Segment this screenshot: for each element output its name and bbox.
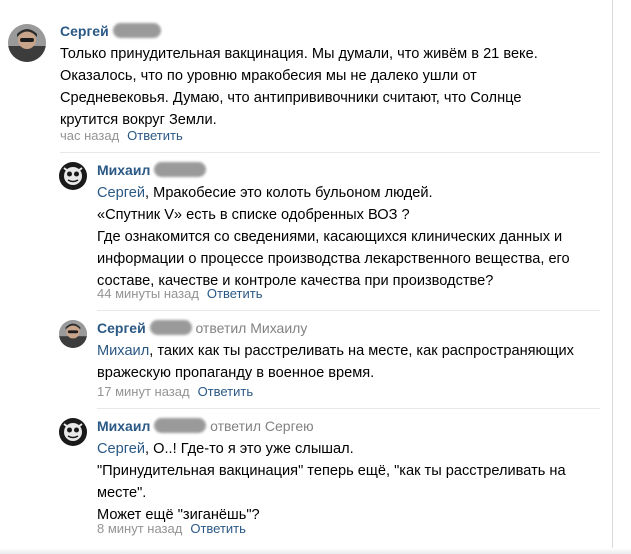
reply-to-label[interactable]: ответил Сергею [210, 418, 314, 434]
reply-button[interactable]: Ответить [198, 384, 254, 399]
timestamp[interactable]: 44 минуты назад [97, 286, 199, 301]
text-line: Сергей, Мракобесие это колоть бульоном л… [97, 185, 433, 201]
timestamp[interactable]: 8 минут назад [97, 521, 182, 536]
comment-text: Сергей, Мракобесие это колоть бульоном л… [97, 182, 570, 292]
text-line: месте". [97, 485, 147, 501]
avatar-mikhail[interactable] [59, 162, 87, 190]
avatar-mikhail[interactable] [59, 418, 87, 446]
cartoon-face-icon [59, 162, 87, 190]
comment-meta: час назад Ответить [60, 127, 183, 145]
text-line: Где ознакомится со сведениями, касающихс… [97, 229, 563, 245]
redacted-surname [149, 320, 192, 335]
avatar-sergey[interactable] [8, 24, 46, 62]
text-line: Михаил, таких как ты расстреливать на ме… [97, 343, 574, 359]
divider [97, 310, 600, 311]
bottom-edge [0, 548, 631, 554]
text-line: информации о процессе производства лекар… [97, 251, 570, 267]
text-line: Сергей, О..! Где-то я это уже слышал. [97, 441, 354, 457]
author-name[interactable]: Михаил [97, 418, 150, 434]
reply-button[interactable]: Ответить [127, 128, 183, 143]
avatar-sergey[interactable] [59, 320, 87, 348]
person-photo-icon [59, 320, 87, 348]
text-line: Средневековья. Думаю, что антипрививочни… [60, 90, 522, 106]
reply-button[interactable]: Ответить [207, 286, 263, 301]
reply-button[interactable]: Ответить [190, 521, 246, 536]
divider [60, 152, 600, 153]
cartoon-face-icon [59, 418, 87, 446]
author-name[interactable]: Михаил [97, 162, 150, 178]
author-name[interactable]: Сергей [97, 320, 146, 336]
comment-meta: 44 минуты назад Ответить [97, 285, 262, 303]
text-line: «Спутник V» есть в списке одобренных ВОЗ… [97, 207, 410, 223]
person-photo-icon [8, 24, 46, 62]
author-line: Михаил ответил Сергею [97, 417, 314, 435]
comment-meta: 8 минут назад Ответить [97, 520, 246, 538]
panel-right-border [612, 0, 613, 554]
text-line: вражескую пропаганду в военное время. [97, 365, 375, 381]
comment-meta: 17 минут назад Ответить [97, 383, 253, 401]
timestamp[interactable]: час назад [60, 128, 119, 143]
text-line: Только принудительная вакцинация. Мы дум… [60, 46, 538, 62]
comment-text: Михаил, таких как ты расстреливать на ме… [97, 340, 574, 384]
mention-link[interactable]: Сергей [97, 441, 145, 457]
author-name[interactable]: Сергей [60, 23, 109, 39]
redacted-surname [154, 162, 207, 177]
author-line: Сергей ответил Михаилу [97, 319, 307, 337]
author-line: Сергей [60, 22, 161, 40]
timestamp[interactable]: 17 минут назад [97, 384, 190, 399]
divider [97, 408, 600, 409]
mention-link[interactable]: Сергей [97, 185, 145, 201]
reply-to-label[interactable]: ответил Михаилу [195, 320, 307, 336]
comment-text: Сергей, О..! Где-то я это уже слышал. "П… [97, 438, 566, 526]
text-line: "Принудительная вакцинация" теперь ещё, … [97, 463, 566, 479]
redacted-surname [154, 418, 207, 433]
author-line: Михаил [97, 161, 207, 179]
mention-link[interactable]: Михаил [97, 343, 149, 359]
comment-text: Только принудительная вакцинация. Мы дум… [60, 43, 538, 131]
text-line: Оказалось, что по уровню мракобесия мы н… [60, 68, 477, 84]
redacted-surname [112, 23, 161, 38]
